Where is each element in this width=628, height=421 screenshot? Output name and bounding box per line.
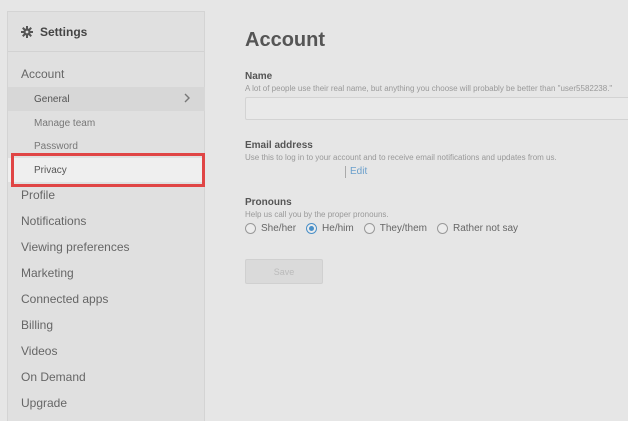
sidebar-item-notifications[interactable]: Notifications xyxy=(21,214,86,228)
radio-button-selected[interactable] xyxy=(306,223,318,234)
sidebar-item-general[interactable]: General xyxy=(8,87,205,111)
email-edit-link[interactable]: Edit xyxy=(345,166,367,178)
email-label: Email address xyxy=(245,140,313,151)
sidebar-item-label: Manage team xyxy=(34,117,96,129)
sidebar-item-videos[interactable]: Videos xyxy=(21,344,57,358)
sidebar-item-billing[interactable]: Billing xyxy=(21,318,53,332)
radio-label: She/her xyxy=(261,223,297,234)
sidebar-title: Settings xyxy=(40,24,88,39)
save-button[interactable]: Save xyxy=(245,259,323,284)
chevron-right-icon xyxy=(183,93,191,103)
pronoun-option-he-him[interactable]: He/him xyxy=(306,223,354,234)
pronouns-help-text: Help us call you by the proper pronouns. xyxy=(245,210,389,219)
sidebar-item-profile[interactable]: Profile xyxy=(21,188,55,202)
radio-label: He/him xyxy=(322,223,354,234)
sidebar-section-account[interactable]: Account xyxy=(21,67,64,81)
pronoun-option-they-them[interactable]: They/them xyxy=(363,223,427,234)
radio-label: They/them xyxy=(379,223,427,234)
name-label: Name xyxy=(245,71,273,82)
sidebar-item-upgrade[interactable]: Upgrade xyxy=(21,396,67,410)
sidebar-item-marketing[interactable]: Marketing xyxy=(21,266,74,280)
pronoun-option-rather-not-say[interactable]: Rather not say xyxy=(436,223,519,234)
sidebar-item-viewing-preferences[interactable]: Viewing preferences xyxy=(21,240,130,254)
pronouns-radio-group: She/her He/him They/them Rather not say xyxy=(245,223,528,234)
sidebar-item-manage-team[interactable]: Manage team xyxy=(8,111,205,135)
sidebar-item-label: Password xyxy=(34,140,78,152)
pronouns-label: Pronouns xyxy=(245,197,292,208)
sidebar-item-connected-apps[interactable]: Connected apps xyxy=(21,292,108,306)
pronoun-option-she-her[interactable]: She/her xyxy=(245,223,296,234)
radio-label: Rather not say xyxy=(452,223,519,234)
radio-button[interactable] xyxy=(363,223,375,234)
sidebar-item-on-demand[interactable]: On Demand xyxy=(21,370,86,384)
radio-button[interactable] xyxy=(436,223,448,234)
name-help-text: A lot of people use their real name, but… xyxy=(245,84,613,93)
name-input[interactable] xyxy=(245,97,628,120)
radio-button[interactable] xyxy=(245,223,256,234)
sidebar-header: Settings xyxy=(8,12,204,52)
settings-sidebar: Settings Account General Manage team Pas… xyxy=(7,11,205,421)
email-help-text: Use this to log in to your account and t… xyxy=(245,153,557,162)
sidebar-item-label: General xyxy=(34,93,70,105)
page-title: Account xyxy=(245,29,325,51)
privacy-highlight-box xyxy=(11,153,205,187)
gear-icon xyxy=(21,25,33,38)
